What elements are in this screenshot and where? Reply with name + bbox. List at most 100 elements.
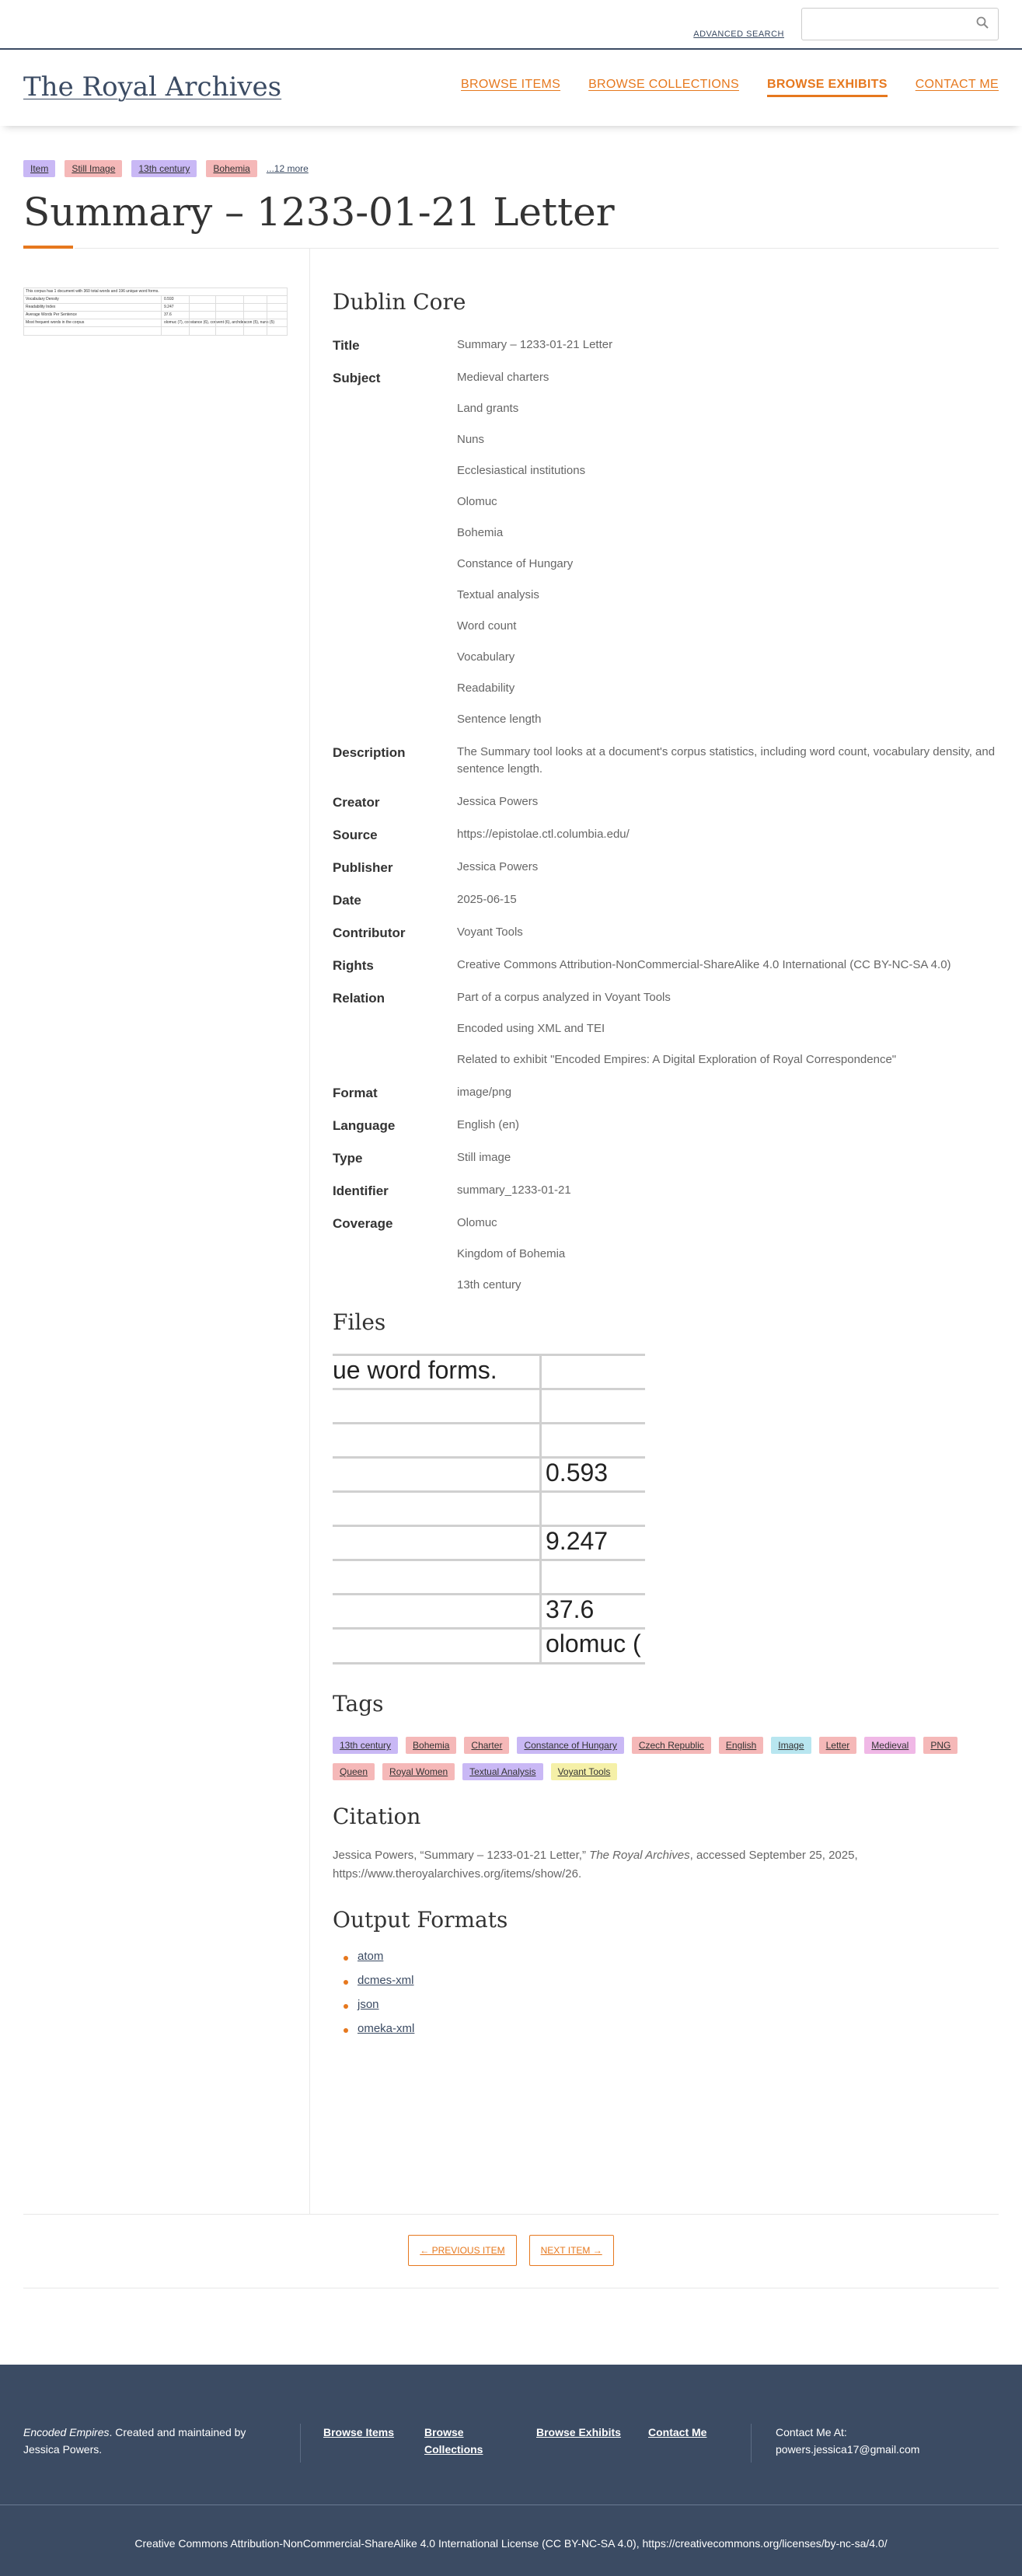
files-heading: Files [333, 1309, 386, 1335]
nav-item-browse-items[interactable]: BROWSE ITEMS [461, 78, 560, 97]
dc-field-coverage: Coverage Olomuc Kingdom of Bohemia 13th cen… [333, 1215, 999, 1294]
dc-value: Bohemia [457, 526, 504, 539]
main-nav: BROWSE ITEMS BROWSE COLLECTIONS BROWSE EXH… [461, 78, 999, 97]
dc-value: Constance of Hungary [457, 557, 574, 570]
footer-link-browse-collections[interactable]: Browse Collections [424, 2424, 536, 2458]
thumbnail-gridline [189, 296, 190, 335]
tags-heading: Tags [333, 1691, 384, 1717]
dc-value: Voyant Tools [457, 925, 523, 939]
dc-values: Still image [457, 1149, 999, 1166]
thumbnail-gridline [215, 296, 216, 335]
dc-value: English (en) [457, 1118, 520, 1131]
tag-chip[interactable]: Medieval [864, 1737, 916, 1754]
thumbnail-text: Average Words Per Sentence [26, 312, 77, 317]
dc-value: Encoded using XML and TEI [457, 1022, 605, 1035]
more-tags-link[interactable]: ...12 more [267, 163, 309, 174]
footer-link-contact-me[interactable]: Contact Me [648, 2424, 741, 2458]
search-icon[interactable] [975, 16, 990, 32]
next-item-button[interactable]: NEXT ITEM → [528, 2235, 614, 2266]
tag-chip[interactable]: English [718, 1737, 764, 1754]
tag-chip[interactable]: Voyant Tools [550, 1763, 618, 1780]
dc-field-identifier: Identifier summary_1233-01-21 [333, 1182, 999, 1199]
tag-chip[interactable]: Bohemia [406, 1737, 457, 1754]
file-image[interactable]: ue word forms. 0.593 9.247 37.6 olomuc ( [333, 1354, 645, 1664]
tag-chip[interactable]: Textual Analysis [462, 1763, 543, 1780]
file-cell-value: 9.247 [546, 1527, 609, 1555]
tag-chip[interactable]: Image [771, 1737, 811, 1754]
nav-item-contact-me[interactable]: CONTACT ME [916, 78, 999, 97]
tag-chip[interactable]: Bohemia [206, 160, 257, 177]
dc-field-rights: Rights Creative Commons Attribution-NonCo… [333, 957, 999, 974]
output-format-item: atom [333, 1950, 999, 1963]
footer-project-name: Encoded Empires [23, 2426, 110, 2438]
site-title-link[interactable]: The Royal Archives [23, 71, 281, 103]
item-metadata: Dublin Core Title Summary – 1233-01-21 Le… [333, 289, 999, 2046]
dc-value: Olomuc [457, 495, 497, 508]
thumbnail-row: Readability Index 9.247 [24, 304, 287, 312]
title-accent-bar [23, 246, 73, 249]
tag-chip[interactable]: Item [23, 160, 56, 177]
dc-values: summary_1233-01-21 [457, 1182, 999, 1199]
nav-item-browse-collections[interactable]: BROWSE COLLECTIONS [588, 78, 739, 97]
site-footer: Encoded Empires. Created and maintained … [0, 2365, 1022, 2576]
dc-label: Identifier [333, 1183, 389, 1198]
output-format-link[interactable]: omeka-xml [358, 2022, 414, 2035]
thumbnail-text: Most frequent words in the corpus [26, 320, 85, 325]
footer-about: Encoded Empires. Created and maintained … [23, 2424, 272, 2458]
dc-field-subject: Subject Medieval charters Land grants Nuns E… [333, 369, 999, 728]
dc-values: Voyant Tools [457, 924, 999, 941]
tag-chip[interactable]: Still Image [65, 160, 123, 177]
thumbnail-gridline [243, 296, 244, 335]
dc-values: Summary – 1233-01-21 Letter [457, 336, 999, 354]
previous-item-button[interactable]: ← PREVIOUS ITEM [408, 2235, 517, 2266]
tag-chip[interactable]: Charter [464, 1737, 510, 1754]
dc-value: Still image [457, 1151, 511, 1164]
advanced-search-link[interactable]: ADVANCED SEARCH [693, 30, 784, 39]
dc-field-description: Description The Summary tool looks at a d… [333, 744, 999, 778]
dc-value: Textual analysis [457, 588, 539, 601]
thumbnail-value: 0.593 [164, 297, 174, 302]
output-format-link[interactable]: json [358, 1998, 379, 2011]
dc-value: https://epistolae.ctl.columbia.edu/ [457, 828, 630, 841]
dc-value: Vocabulary [457, 650, 515, 664]
citation-author: Jessica Powers, “Summary – 1233-01-21 Le… [333, 1849, 586, 1862]
tag-chip[interactable]: Letter [818, 1737, 857, 1754]
thumbnail-value: olomuc (7), constance (6), convent (6), … [164, 320, 275, 325]
dc-field-format: Format image/png [333, 1084, 999, 1101]
item-thumbnail[interactable]: This corpus has 1 document with 360 tota… [23, 288, 288, 336]
dublin-core-table: Title Summary – 1233-01-21 Letter Subject M… [333, 336, 999, 1294]
tag-chip[interactable]: PNG [923, 1737, 958, 1754]
file-cell-value: 37.6 [546, 1595, 595, 1623]
footer-contact: Contact Me At: powers.jessica17@gmail.co… [776, 2424, 919, 2458]
output-format-link[interactable]: dcmes-xml [358, 1974, 414, 1987]
tag-chip[interactable]: Royal Women [382, 1763, 455, 1780]
dc-field-creator: Creator Jessica Powers [333, 793, 999, 810]
dc-values: Part of a corpus analyzed in Voyant Tool… [457, 989, 999, 1068]
dc-values: Jessica Powers [457, 859, 999, 876]
thumbnail-value: 37.6 [164, 312, 172, 317]
search-input[interactable] [801, 8, 999, 40]
dc-value: 2025-06-15 [457, 893, 517, 906]
thumbnail-text: Readability Index [26, 305, 56, 309]
output-format-item: omeka-xml [333, 2022, 999, 2035]
tag-chip[interactable]: Czech Republic [631, 1737, 711, 1754]
dc-value: summary_1233-01-21 [457, 1183, 571, 1197]
footer-link-browse-exhibits[interactable]: Browse Exhibits [536, 2424, 648, 2458]
tag-chip[interactable]: 13th century [333, 1737, 399, 1754]
footer-link-browse-items[interactable]: Browse Items [323, 2424, 424, 2458]
dc-label: Creator [333, 795, 380, 810]
dc-values: English (en) [457, 1117, 999, 1134]
top-search-bar: ADVANCED SEARCH [0, 0, 1022, 50]
thumbnail-row: Vocabulary Density 0.593 [24, 296, 287, 304]
column-divider [309, 249, 310, 2215]
nav-item-browse-exhibits[interactable]: BROWSE EXHIBITS [766, 78, 888, 97]
tag-chip[interactable]: Constance of Hungary [517, 1737, 624, 1754]
output-format-link[interactable]: atom [358, 1950, 383, 1963]
dc-label: Source [333, 828, 378, 842]
item-tag-row: Item Still Image 13th century Bohemia ...12 … [23, 160, 309, 177]
tag-chip[interactable]: Queen [333, 1763, 375, 1780]
tag-chip[interactable]: 13th century [131, 160, 197, 177]
output-formats-list: atom dcmes-xml json omeka-xml [333, 1950, 999, 2035]
dc-value: 13th century [457, 1278, 521, 1291]
dc-values: Jessica Powers [457, 793, 999, 810]
